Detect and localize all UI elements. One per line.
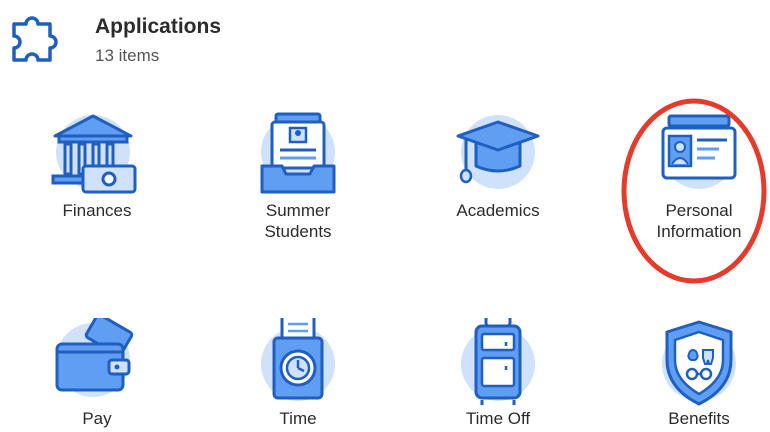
- app-label-summer-students: Summer Students: [264, 201, 332, 241]
- app-label-benefits: Benefits: [668, 409, 730, 428]
- wallet-icon: [55, 318, 134, 397]
- shield-icon: [662, 320, 736, 406]
- app-tile-summer-students[interactable]: Summer Students: [213, 110, 383, 242]
- puzzle-icon: [12, 16, 58, 62]
- app-label-pay: Pay: [82, 409, 112, 428]
- highlight-circle: [621, 98, 767, 284]
- bank-icon: [51, 114, 137, 194]
- card-inbox-icon: [260, 112, 336, 194]
- page-title: Applications: [95, 15, 222, 38]
- app-label-time-off: Time Off: [465, 409, 531, 428]
- app-label-finances: Finances: [62, 201, 132, 220]
- app-tile-academics[interactable]: Academics: [413, 110, 583, 221]
- item-count: 13 items: [95, 46, 160, 65]
- app-label-time: Time: [279, 409, 317, 428]
- suitcase-icon: [461, 318, 535, 405]
- time-clock-icon: [261, 318, 335, 401]
- app-label-academics: Academics: [456, 201, 540, 220]
- app-tile-time[interactable]: Time: [213, 318, 383, 429]
- app-header: Applications 13 items: [0, 0, 770, 80]
- app-tile-time-off[interactable]: Time Off: [413, 318, 583, 429]
- app-tile-pay[interactable]: Pay: [12, 318, 182, 429]
- app-tile-benefits[interactable]: Benefits: [614, 318, 770, 429]
- app-tile-finances[interactable]: Finances: [12, 110, 182, 221]
- graduation-cap-icon: [456, 115, 540, 189]
